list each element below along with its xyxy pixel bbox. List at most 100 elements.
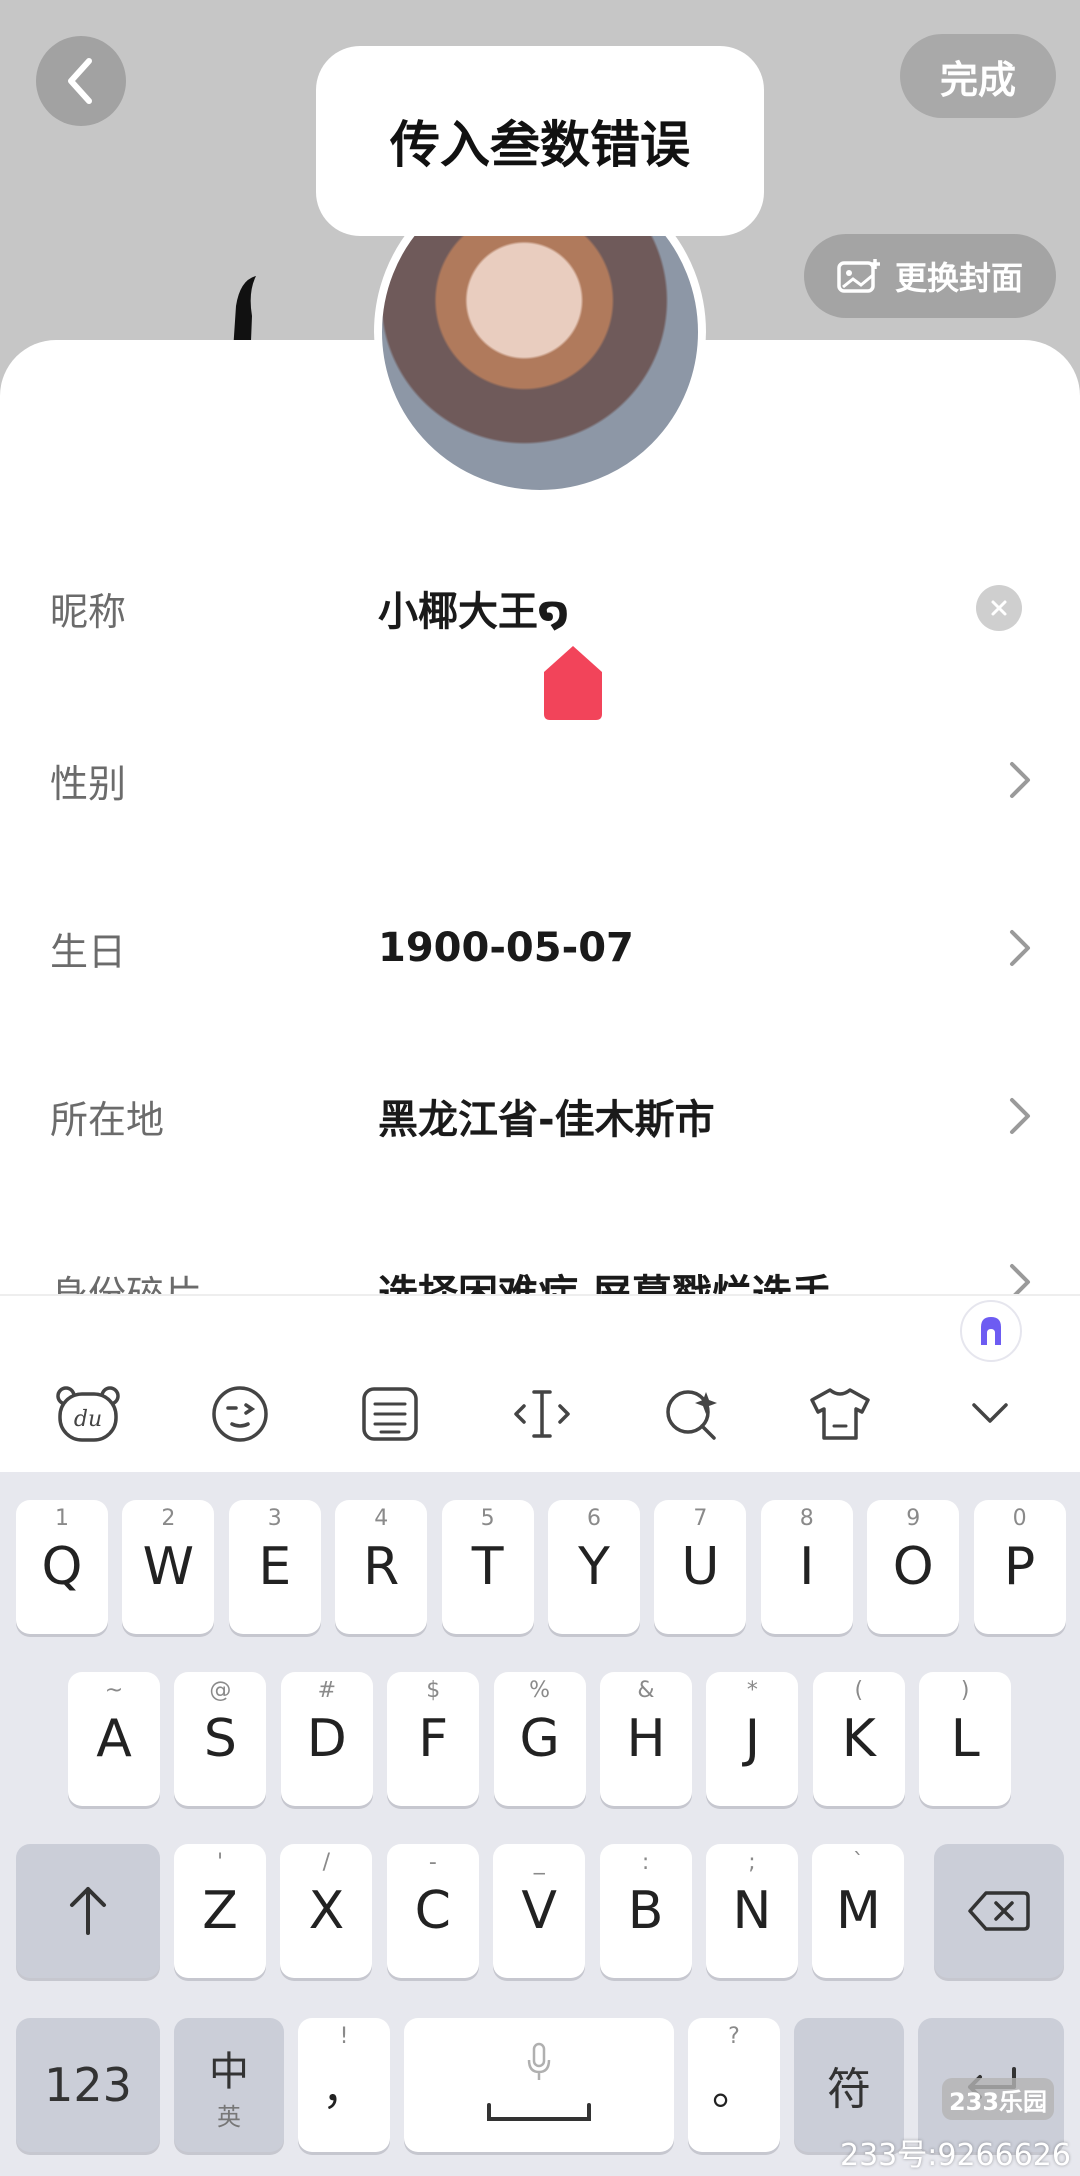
shirt-icon[interactable] [804,1384,876,1444]
emoji-icon[interactable] [204,1384,276,1444]
space-icon [487,2103,591,2121]
backspace-icon [968,1891,1030,1931]
key-j[interactable]: * J [706,1672,799,1806]
key-hint: / [322,1850,331,1875]
key-label: T [471,1537,504,1597]
nickname-row[interactable]: 昵称 小椰大王໑ [0,524,1080,692]
key-label: V [521,1881,557,1941]
change-cover-label: 更换封面 [894,259,1023,297]
key-u[interactable]: 7U [654,1500,747,1634]
key-m[interactable]: ` M [812,1844,905,1978]
key-c[interactable]: -C [386,1844,479,1978]
key-hint: : [641,1850,650,1875]
key-hint: ; [748,1850,756,1875]
key-label: M [835,1881,881,1941]
close-icon [991,600,1007,616]
key-hint: _ [533,1850,545,1875]
key-label: X [308,1881,345,1941]
key-e[interactable]: 3E [228,1500,321,1634]
shift-arrow-icon [70,1887,106,1935]
key-w[interactable]: 2W [122,1500,215,1634]
key-hint: & [637,1678,655,1703]
key-label: F [418,1709,449,1769]
shift-key[interactable] [16,1844,160,1978]
key-hint: ` [852,1850,864,1875]
backspace-key[interactable] [934,1844,1064,1978]
key-label: J [744,1709,761,1769]
key-b[interactable]: :B [599,1844,692,1978]
period-key[interactable]: ? 。 [688,2018,780,2152]
key-label: G [519,1709,560,1769]
chevron-down-icon[interactable] [954,1384,1026,1444]
cursor-move-icon[interactable] [506,1384,578,1444]
change-cover-button[interactable]: 更换封面 [804,234,1056,318]
key-hint: * [746,1678,758,1703]
ai-assistant-icon [981,1317,1001,1345]
du-bear-icon[interactable]: du [52,1384,124,1444]
error-toast: 传入叁数错误 [316,46,764,236]
key-v[interactable]: _ V [493,1844,586,1978]
identity-row[interactable]: 身份碎片 选择困难症 屏幕戳烂选手 [0,1262,1080,1294]
space-key[interactable] [404,2018,674,2152]
numbers-key[interactable]: 123 [16,2018,160,2152]
done-button[interactable]: 完成 [900,34,1056,118]
key-label: L [950,1709,980,1769]
key-label: E [258,1537,292,1597]
key-k[interactable]: (K [812,1672,905,1806]
nickname-input[interactable]: 小椰大王໑ [378,579,569,637]
key-r[interactable]: 4R [335,1500,428,1634]
avatar[interactable] [374,228,706,498]
key-label: Y [578,1537,610,1597]
key-hint: ' [216,1850,224,1875]
location-row[interactable]: 所在地 黑龙江省-佳木斯市 [0,1032,1080,1200]
key-label: P [1003,1537,1036,1597]
key-l[interactable]: ) L [919,1672,1012,1806]
key-hint: @ [209,1678,232,1703]
key-a[interactable]: ~ A [68,1672,160,1806]
ai-assistant-button[interactable] [960,1300,1022,1362]
key-h[interactable]: & H [600,1672,692,1806]
chevron-left-icon [68,58,92,104]
language-switch-key[interactable]: 中 英 [174,2018,284,2152]
key-g[interactable]: % G [493,1672,586,1806]
key-label: C [414,1881,451,1941]
location-label: 所在地 [50,1097,165,1142]
gender-row[interactable]: 性别 [0,696,1080,864]
key-label: Q [41,1537,83,1597]
key-label: H [626,1709,666,1769]
clear-nickname-button[interactable] [976,585,1022,631]
key-d[interactable]: # D [280,1672,373,1806]
key-label: Z [202,1881,238,1941]
key-label: R [363,1537,400,1597]
search-sparkle-icon[interactable] [656,1384,728,1444]
key-label: D [306,1709,347,1769]
key-q[interactable]: 1Q [16,1500,108,1634]
back-button[interactable] [36,36,126,126]
comma-key[interactable]: ! ， [298,2018,390,2152]
key-i[interactable]: 8I [760,1500,853,1634]
svg-text:du: du [74,1407,102,1432]
key-y[interactable]: 6Y [548,1500,640,1634]
key-hint: 9 [906,1506,921,1531]
location-value: 黑龙江省-佳木斯市 [378,1097,715,1143]
identity-value: 选择困难症 屏幕戳烂选手 [378,1262,832,1294]
birthday-value: 1900-05-07 [378,925,634,971]
key-s[interactable]: @ S [174,1672,267,1806]
key-n[interactable]: ; N [706,1844,798,1978]
key-f[interactable]: $ F [387,1672,480,1806]
key-label: W [142,1537,195,1597]
watermark-badge: 233乐园 [942,2078,1054,2120]
chevron-right-icon [1010,930,1030,966]
key-p[interactable]: 0P [973,1500,1066,1634]
clipboard-icon[interactable] [354,1384,426,1444]
key-z[interactable]: ' Z [174,1844,266,1978]
key-label: K [841,1709,876,1769]
key-t[interactable]: 5T [441,1500,534,1634]
key-hint: 0 [1012,1506,1027,1531]
key-o[interactable]: 9O [867,1500,960,1634]
key-hint: 3 [267,1506,282,1531]
birthday-row[interactable]: 生日 1900-05-07 [0,864,1080,1032]
key-x[interactable]: / X [280,1844,373,1978]
key-label: B [627,1881,664,1941]
watermark-text: 233号:9266626 [840,2138,1071,2173]
